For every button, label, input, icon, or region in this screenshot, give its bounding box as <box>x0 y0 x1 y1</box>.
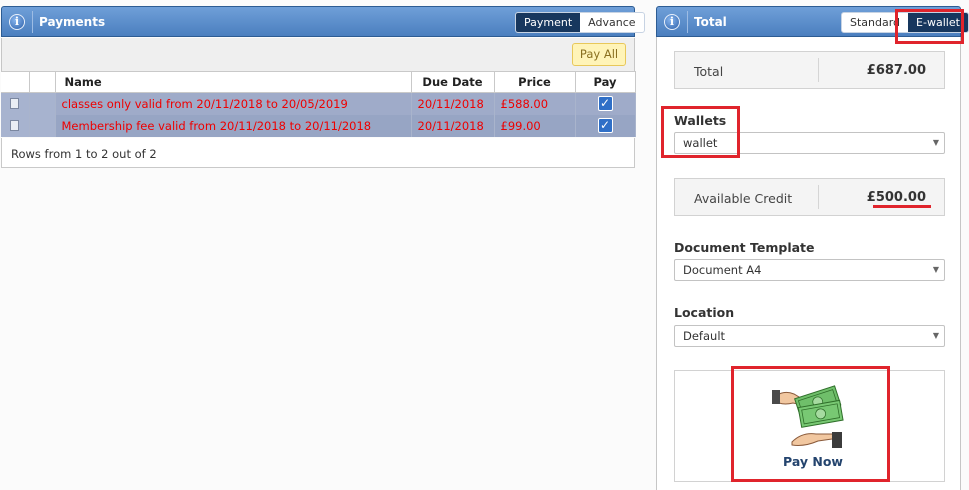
column-header-name[interactable]: Name <box>55 71 412 93</box>
total-separator <box>818 58 819 82</box>
row-price: £588.00 <box>494 92 576 115</box>
total-title: Total <box>694 15 727 29</box>
location-select[interactable]: Default ▼ <box>674 325 945 347</box>
header-separator <box>32 11 33 33</box>
toggle-payment[interactable]: Payment <box>516 13 581 32</box>
pay-now-highlight <box>731 366 890 482</box>
row-pay-cell: ✓ <box>575 114 636 137</box>
payments-header: i Payments Payment Advance <box>1 6 645 37</box>
column-header-due-date[interactable]: Due Date <box>411 71 495 93</box>
available-credit-label: Available Credit <box>694 191 793 206</box>
table-footer: Rows from 1 to 2 out of 2 <box>1 138 635 168</box>
toggle-advance[interactable]: Advance <box>580 13 643 32</box>
document-template-label: Document Template <box>674 240 815 255</box>
row-icon-cell <box>1 114 30 137</box>
row-due-date: 20/11/2018 <box>411 114 495 137</box>
chevron-down-icon: ▼ <box>932 331 939 340</box>
pay-all-button[interactable]: Pay All <box>572 43 626 66</box>
info-icon[interactable]: i <box>664 14 680 30</box>
row-name: classes only valid from 20/11/2018 to 20… <box>55 92 412 115</box>
total-value: £687.00 <box>866 63 926 78</box>
payments-table: Name Due Date Price Pay classes only val… <box>1 71 636 137</box>
table-row[interactable]: Membership fee valid from 20/11/2018 to … <box>1 114 636 137</box>
column-header-price[interactable]: Price <box>494 71 576 93</box>
wallets-highlight <box>661 106 740 158</box>
e-wallet-highlight <box>895 9 964 44</box>
document-template-select[interactable]: Document A4 ▼ <box>674 259 945 281</box>
header-separator <box>687 11 688 33</box>
info-icon[interactable]: i <box>9 14 25 30</box>
row-pay-cell: ✓ <box>575 92 636 115</box>
location-label: Location <box>674 305 735 320</box>
credit-underline <box>873 205 931 208</box>
location-selected-value: Default <box>683 329 726 343</box>
pay-checkbox[interactable]: ✓ <box>597 96 613 112</box>
column-header-blank <box>29 71 56 93</box>
payments-toolbar <box>1 38 635 71</box>
table-row[interactable]: classes only valid from 20/11/2018 to 20… <box>1 92 636 115</box>
table-header-row: Name Due Date Price Pay <box>1 71 636 93</box>
chevron-down-icon: ▼ <box>932 265 939 274</box>
document-template-selected-value: Document A4 <box>683 263 762 277</box>
row-blank-cell <box>29 92 56 115</box>
total-label: Total <box>694 64 724 79</box>
available-credit-box: Available Credit £500.00 <box>674 178 945 216</box>
payments-title: Payments <box>39 15 106 29</box>
row-icon-cell <box>1 92 30 115</box>
pay-checkbox[interactable]: ✓ <box>597 118 613 133</box>
chevron-down-icon: ▼ <box>932 138 939 147</box>
document-icon[interactable] <box>10 119 20 131</box>
available-credit-value: £500.00 <box>866 190 926 205</box>
total-box: Total £687.00 <box>674 51 945 89</box>
row-name: Membership fee valid from 20/11/2018 to … <box>55 114 412 137</box>
credit-separator <box>818 185 819 209</box>
column-header-pay[interactable]: Pay <box>575 71 636 93</box>
row-blank-cell <box>29 114 56 137</box>
row-due-date: 20/11/2018 <box>411 92 495 115</box>
document-icon[interactable] <box>10 97 20 109</box>
payment-mode-toggle: Payment Advance <box>515 12 645 33</box>
row-price: £99.00 <box>494 114 576 137</box>
column-header-icon <box>1 71 30 93</box>
